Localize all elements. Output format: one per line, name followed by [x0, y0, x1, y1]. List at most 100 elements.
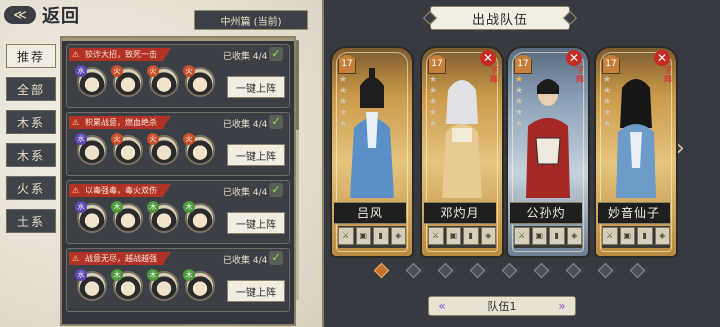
hero-avatar[interactable]: 火 [147, 65, 179, 97]
accessory-slot-icon[interactable]: ◈ [566, 227, 582, 245]
hero-avatar[interactable]: 木 [147, 201, 179, 233]
hero-avatar[interactable]: 火 [147, 133, 179, 165]
boots-slot-icon[interactable]: ▮ [463, 227, 479, 245]
bond-entry: 以毒强毒，毒火双伤 已收集 4/4 ✓ 水 木 木 木 一键上阵 [66, 180, 290, 244]
one-click-deploy-button[interactable]: 一键上阵 [227, 144, 285, 166]
hero-avatar[interactable]: 火 [111, 133, 143, 165]
element-badge: 水 [75, 65, 87, 77]
remove-hero-icon[interactable]: ✕ [654, 50, 670, 66]
page-dot[interactable] [469, 262, 486, 279]
armor-slot-icon[interactable]: ▣ [445, 227, 461, 245]
bond-list-panel: 狡诈大招，致死一击 已收集 4/4 ✓ 水 火 火 火 一键上阵 积累战意，燃血… [60, 36, 296, 326]
page-dot[interactable] [565, 262, 582, 279]
one-click-deploy-button[interactable]: 一键上阵 [227, 76, 285, 98]
check-icon: ✓ [269, 47, 283, 61]
equipment-slots: ⚔ ▣ ▮ ◈ [514, 226, 582, 248]
element-badge: 水 [75, 201, 87, 213]
element-badge: 木 [183, 201, 195, 213]
back-arrow-icon: ≪ [4, 6, 36, 24]
element-badge: 木 [147, 201, 159, 213]
bond-heroes: 水 火 火 火 [75, 65, 215, 97]
hero-card[interactable]: 17 ★ ★ ★ ★ ★ ✕ 下阵 妙音仙子 ⚔ ▣ ▮ ◈ [594, 46, 678, 258]
hero-avatar[interactable]: 木 [147, 269, 179, 301]
accessory-slot-icon[interactable]: ◈ [390, 227, 406, 245]
bond-list-scrollbar[interactable] [296, 40, 299, 300]
equipment-slots: ⚔ ▣ ▮ ◈ [428, 226, 496, 248]
filter-tab-recommend[interactable]: 推荐 [6, 44, 56, 68]
check-icon: ✓ [269, 115, 283, 129]
bond-title: 战意无尽，越战越强 [69, 252, 171, 265]
hero-portrait [350, 68, 394, 198]
remove-hero-icon[interactable]: ✕ [566, 50, 582, 66]
boots-slot-icon[interactable]: ▮ [373, 227, 389, 245]
team-page-indicator [373, 262, 646, 279]
next-page-arrow-icon[interactable]: › [676, 136, 685, 161]
equipment-slots: ⚔ ▣ ▮ ◈ [602, 226, 670, 248]
one-click-deploy-button[interactable]: 一键上阵 [227, 280, 285, 302]
remove-hero-icon[interactable]: ✕ [480, 50, 496, 66]
bond-entry: 积累战意，燃血绝杀 已收集 4/4 ✓ 水 火 火 火 一键上阵 [66, 112, 290, 176]
hero-avatar[interactable]: 水 [75, 201, 107, 233]
element-badge: 火 [147, 133, 159, 145]
bond-heroes: 水 木 木 木 [75, 201, 215, 233]
armor-slot-icon[interactable]: ▣ [531, 227, 547, 245]
weapon-slot-icon[interactable]: ⚔ [428, 227, 444, 245]
page-dot[interactable] [405, 262, 422, 279]
next-team-arrow-icon[interactable]: » [553, 299, 571, 313]
armor-slot-icon[interactable]: ▣ [619, 227, 635, 245]
page-dot[interactable] [437, 262, 454, 279]
filter-tab-wood-2[interactable]: 木系 [6, 143, 56, 167]
element-badge: 火 [111, 65, 123, 77]
remove-hero-label[interactable]: 下阵 [575, 66, 585, 84]
hero-card[interactable]: 17 ★ ★ ★ ★ ★ 吕风 ⚔ ▣ ▮ ◈ [330, 46, 414, 258]
filter-tab-wood-1[interactable]: 木系 [6, 110, 56, 134]
scroll-thumb[interactable] [296, 40, 299, 130]
hero-portrait [526, 79, 570, 198]
element-badge: 水 [75, 133, 87, 145]
hero-avatar[interactable]: 水 [75, 269, 107, 301]
bond-title: 以毒强毒，毒火双伤 [69, 184, 171, 197]
hero-avatar[interactable]: 水 [75, 65, 107, 97]
prev-team-arrow-icon[interactable]: « [433, 299, 451, 313]
page-dot[interactable] [597, 262, 614, 279]
filter-tab-all[interactable]: 全部 [6, 77, 56, 101]
hero-avatar[interactable]: 火 [183, 65, 215, 97]
boots-slot-icon[interactable]: ▮ [637, 227, 653, 245]
filter-tab-earth[interactable]: 土系 [6, 209, 56, 233]
accessory-slot-icon[interactable]: ◈ [654, 227, 670, 245]
hero-portrait [616, 79, 656, 198]
hero-avatar[interactable]: 水 [75, 133, 107, 165]
boots-slot-icon[interactable]: ▮ [549, 227, 565, 245]
filter-tab-fire[interactable]: 火系 [6, 176, 56, 200]
bond-collected: 已收集 4/4 [223, 120, 268, 130]
hero-avatar[interactable]: 木 [111, 201, 143, 233]
armor-slot-icon[interactable]: ▣ [355, 227, 371, 245]
bond-title: 狡诈大招，致死一击 [69, 48, 171, 61]
weapon-slot-icon[interactable]: ⚔ [514, 227, 530, 245]
hero-avatar[interactable]: 木 [183, 201, 215, 233]
bond-entry: 战意无尽，越战越强 已收集 4/4 ✓ 水 木 木 木 一键上阵 [66, 248, 290, 312]
element-badge: 水 [75, 269, 87, 281]
hero-avatar[interactable]: 木 [111, 269, 143, 301]
bond-title: 积累战意，燃血绝杀 [69, 116, 171, 129]
element-badge: 火 [147, 65, 159, 77]
remove-hero-label[interactable]: 下阵 [663, 66, 673, 84]
back-label: 返回 [42, 6, 80, 27]
page-dot[interactable] [501, 262, 518, 279]
region-selector[interactable]: 中州篇 (当前) [194, 10, 308, 30]
weapon-slot-icon[interactable]: ⚔ [602, 227, 618, 245]
accessory-slot-icon[interactable]: ◈ [480, 227, 496, 245]
hero-avatar[interactable]: 木 [183, 269, 215, 301]
hero-card[interactable]: 17 ★ ★ ★ ★ ★ ✕ 下阵 邓灼月 ⚔ ▣ ▮ ◈ [420, 46, 504, 258]
remove-hero-label[interactable]: 下阵 [489, 66, 499, 84]
element-badge: 火 [183, 65, 195, 77]
hero-card[interactable]: 17 ★ ★ ★ ★ ★ ✕ 下阵 公孙灼 ⚔ ▣ ▮ ◈ [506, 46, 590, 258]
bond-collected: 已收集 4/4 [223, 188, 268, 198]
back-button[interactable]: ≪ 返回 [4, 2, 124, 28]
page-dot[interactable] [373, 262, 390, 279]
page-dot[interactable] [533, 262, 550, 279]
hero-avatar[interactable]: 火 [183, 133, 215, 165]
hero-avatar[interactable]: 火 [111, 65, 143, 97]
weapon-slot-icon[interactable]: ⚔ [338, 227, 354, 245]
one-click-deploy-button[interactable]: 一键上阵 [227, 212, 285, 234]
